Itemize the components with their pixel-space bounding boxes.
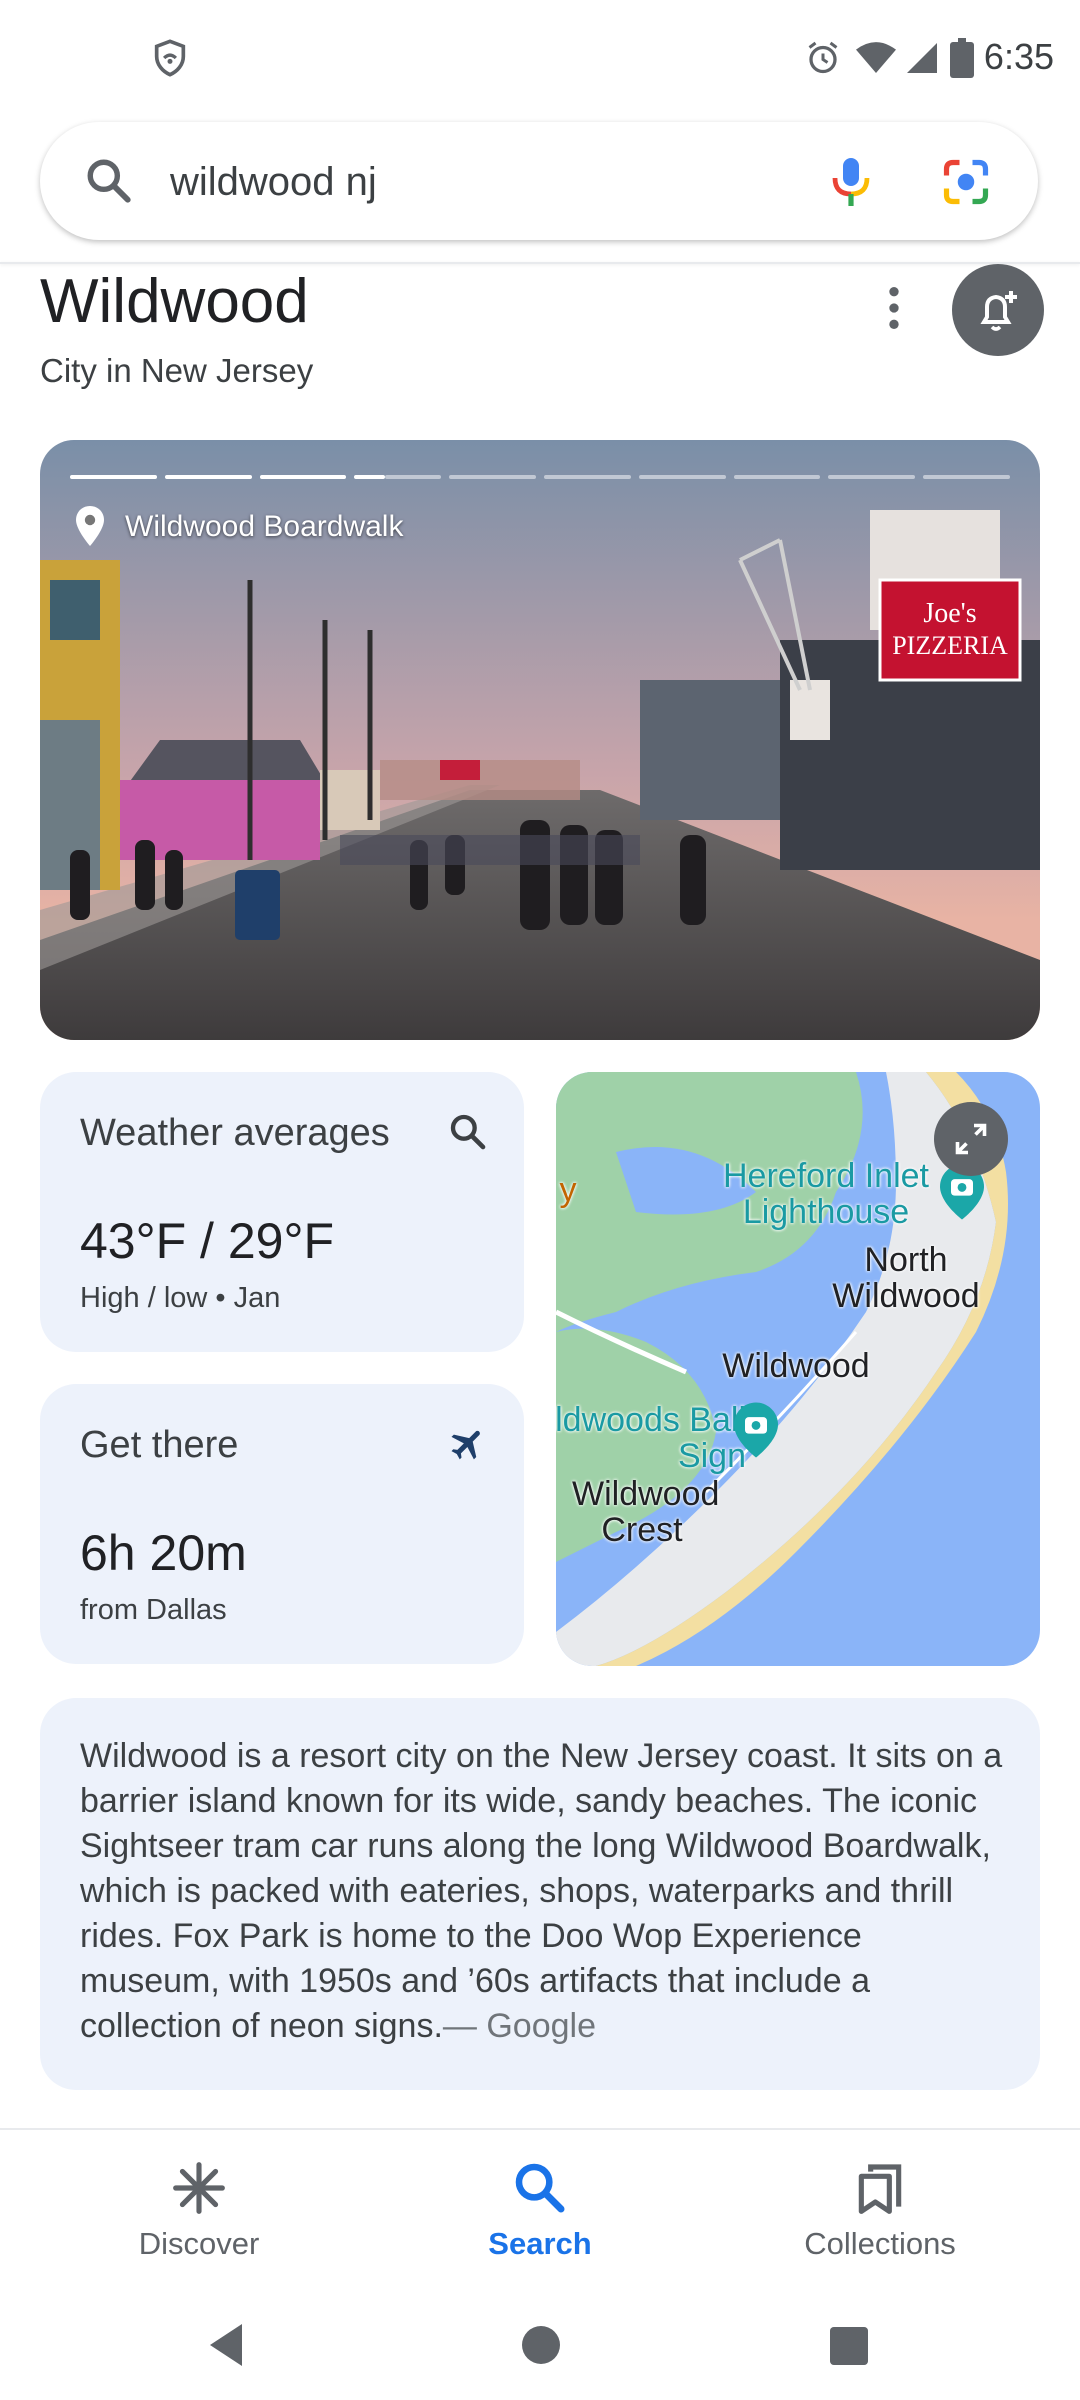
story-segment xyxy=(70,475,157,479)
story-segment xyxy=(638,475,726,479)
add-alert-button[interactable] xyxy=(952,264,1044,356)
status-time: 6:35 xyxy=(983,36,1054,77)
weather-value: 43°F / 29°F xyxy=(80,1213,334,1269)
travel-origin: from Dallas xyxy=(80,1594,227,1626)
story-segment xyxy=(354,475,385,479)
description-body: Wildwood is a resort city on the New Jer… xyxy=(80,1737,1003,2045)
system-nav-bar xyxy=(0,2280,1080,2400)
get-there-heading: Get there xyxy=(80,1424,239,1466)
story-segment xyxy=(544,475,631,479)
map-label-crest[interactable]: Wildwood Crest xyxy=(572,1476,719,1548)
description-card: Wildwood is a resort city on the New Jer… xyxy=(40,1698,1040,2090)
weather-heading: Weather averages xyxy=(80,1112,390,1154)
signal-icon xyxy=(907,43,937,73)
airplane-icon xyxy=(451,1430,480,1460)
search-input[interactable]: wildwood nj xyxy=(170,160,377,205)
battery-icon xyxy=(950,38,974,78)
description-source-link[interactable]: — Google xyxy=(443,2007,596,2045)
home-icon[interactable] xyxy=(522,2326,560,2364)
search-icon xyxy=(515,2163,565,2213)
entity-subtitle: City in New Jersey xyxy=(40,352,314,389)
story-segment xyxy=(164,475,252,479)
story-segment xyxy=(828,475,916,479)
description-text: Wildwood is a resort city on the New Jer… xyxy=(80,1734,1010,2049)
map-label-wildwood[interactable]: Wildwood xyxy=(716,1348,876,1384)
more-vert-icon[interactable] xyxy=(866,280,922,336)
wifi-icon xyxy=(856,42,896,73)
search-icon xyxy=(450,1114,486,1150)
story-segment-remaining xyxy=(384,475,442,479)
expand-icon xyxy=(955,1123,987,1155)
get-there-card[interactable]: Get there 6h 20m from Dallas xyxy=(40,1384,524,1664)
map-pin-icon[interactable] xyxy=(734,1402,778,1458)
search-divider xyxy=(0,262,1080,264)
nav-collections-label: Collections xyxy=(804,2226,956,2261)
map-label-hereford[interactable]: Hereford Inlet Lighthouse xyxy=(716,1158,936,1230)
travel-time: 6h 20m xyxy=(80,1525,247,1581)
svg-text:PIZZERIA: PIZZERIA xyxy=(892,631,1008,660)
nav-discover[interactable]: Discover xyxy=(49,2130,349,2280)
bottom-nav: Discover Search Collections xyxy=(0,2128,1080,2280)
status-bar: 6:35 xyxy=(0,0,1080,110)
location-pin-icon xyxy=(76,506,104,546)
map-label-edge: y xyxy=(559,1171,577,1209)
story-segment xyxy=(733,475,821,479)
weather-caption: High / low • Jan xyxy=(80,1282,281,1314)
svg-text:Joe's: Joe's xyxy=(923,598,976,629)
nav-collections[interactable]: Collections xyxy=(730,2130,1030,2280)
nav-discover-label: Discover xyxy=(138,2226,260,2261)
story-segment xyxy=(923,475,1010,479)
story-segment xyxy=(259,475,347,479)
search-bar[interactable]: wildwood nj xyxy=(40,122,1038,240)
discover-icon xyxy=(173,2162,225,2214)
weather-card[interactable]: Weather averages 43°F / 29°F High / low … xyxy=(40,1072,524,1352)
map-card[interactable]: Hereford Inlet Lighthouse North Wildwood… xyxy=(556,1072,1040,1666)
map-label-ball-sign[interactable]: Wildwoods Ball Sign xyxy=(556,1402,746,1474)
lens-icon[interactable] xyxy=(940,156,992,208)
entity-title: Wildwood xyxy=(40,267,309,336)
story-segment xyxy=(449,475,536,479)
hero-location-label: Wildwood Boardwalk xyxy=(125,510,404,543)
nav-search[interactable]: Search xyxy=(390,2130,690,2280)
mic-icon[interactable] xyxy=(826,154,876,210)
map-label-north-wildwood[interactable]: North Wildwood xyxy=(826,1242,986,1314)
expand-map-button[interactable] xyxy=(934,1102,1008,1176)
vpn-shield-icon xyxy=(154,39,186,77)
search-icon[interactable] xyxy=(84,156,134,206)
back-icon[interactable] xyxy=(206,2322,246,2368)
collections-icon xyxy=(858,2164,902,2214)
alarm-icon xyxy=(808,41,838,74)
recents-icon[interactable] xyxy=(830,2327,868,2365)
add-alert-icon xyxy=(980,291,1017,331)
nav-search-label: Search xyxy=(488,2226,592,2261)
